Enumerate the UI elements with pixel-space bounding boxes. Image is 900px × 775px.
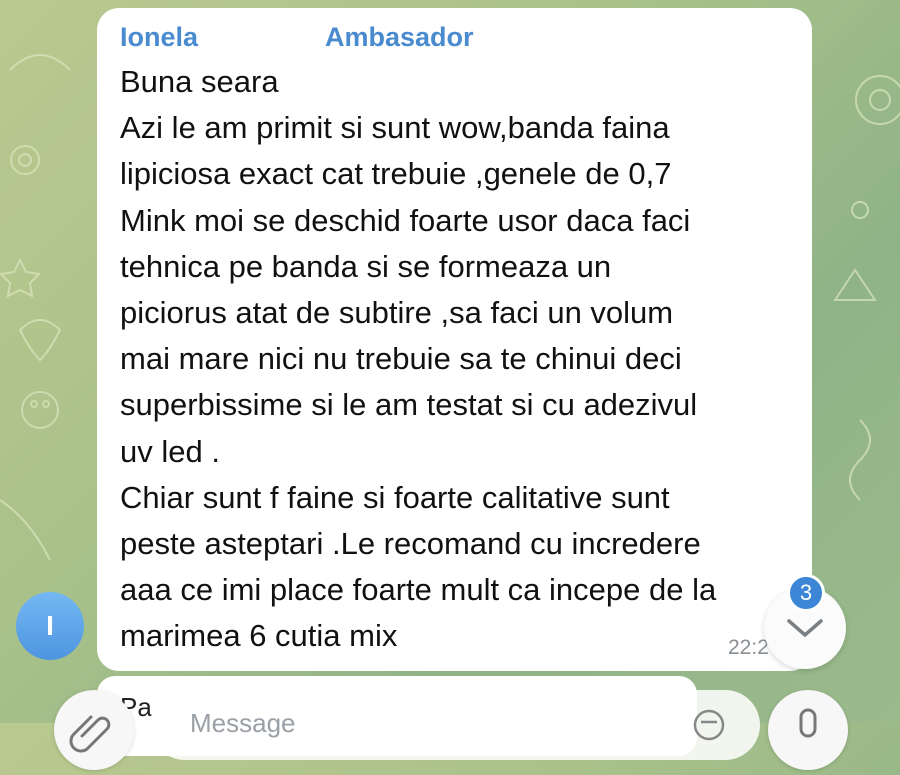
attach-button[interactable] xyxy=(54,690,134,770)
message-line: uv led . xyxy=(120,433,220,469)
message-line: Buna seara xyxy=(120,64,279,99)
sticker-icon[interactable] xyxy=(692,708,726,742)
message-line: peste asteptari .Le recomand cu increder… xyxy=(120,525,701,561)
message-line: marimea 6 cutia mix xyxy=(120,618,398,654)
message-timestamp: 22:2 xyxy=(728,636,769,659)
sender-role-label: Ambasador xyxy=(325,22,474,52)
message-input-placeholder: Message xyxy=(190,708,296,738)
avatar[interactable]: I xyxy=(16,592,84,660)
message-line: tehnica pe banda si se formeaza un xyxy=(120,248,612,284)
message-line: Chiar sunt f faine si foarte calitative … xyxy=(120,479,670,515)
message-line: piciorus atat de subtire ,sa faci un vol… xyxy=(120,294,674,330)
message-line: aaa ce imi place foarte mult ca incepe d… xyxy=(120,572,717,608)
avatar-initial: I xyxy=(46,610,54,641)
message-line: lipiciosa exact cat trebuie ,genele de 0… xyxy=(120,156,672,192)
message-text: Buna seara Azi le am primit si sunt wow,… xyxy=(120,59,810,659)
message-line: mai mare nici nu trebuie sa te chinui de… xyxy=(120,341,682,377)
unread-count-badge: 3 xyxy=(787,574,825,612)
microphone-icon xyxy=(799,708,817,738)
message-line: Mink moi se deschid foarte usor daca fac… xyxy=(120,202,691,238)
paperclip-icon xyxy=(69,715,111,753)
microphone-button[interactable] xyxy=(768,690,848,770)
message-line: superbissime si le am testat si cu adezi… xyxy=(120,387,698,423)
chevron-down-icon xyxy=(787,619,823,637)
message-line: Azi le am primit si sunt wow,banda faina xyxy=(120,110,670,146)
sender-name[interactable]: Ionela xyxy=(120,22,198,53)
